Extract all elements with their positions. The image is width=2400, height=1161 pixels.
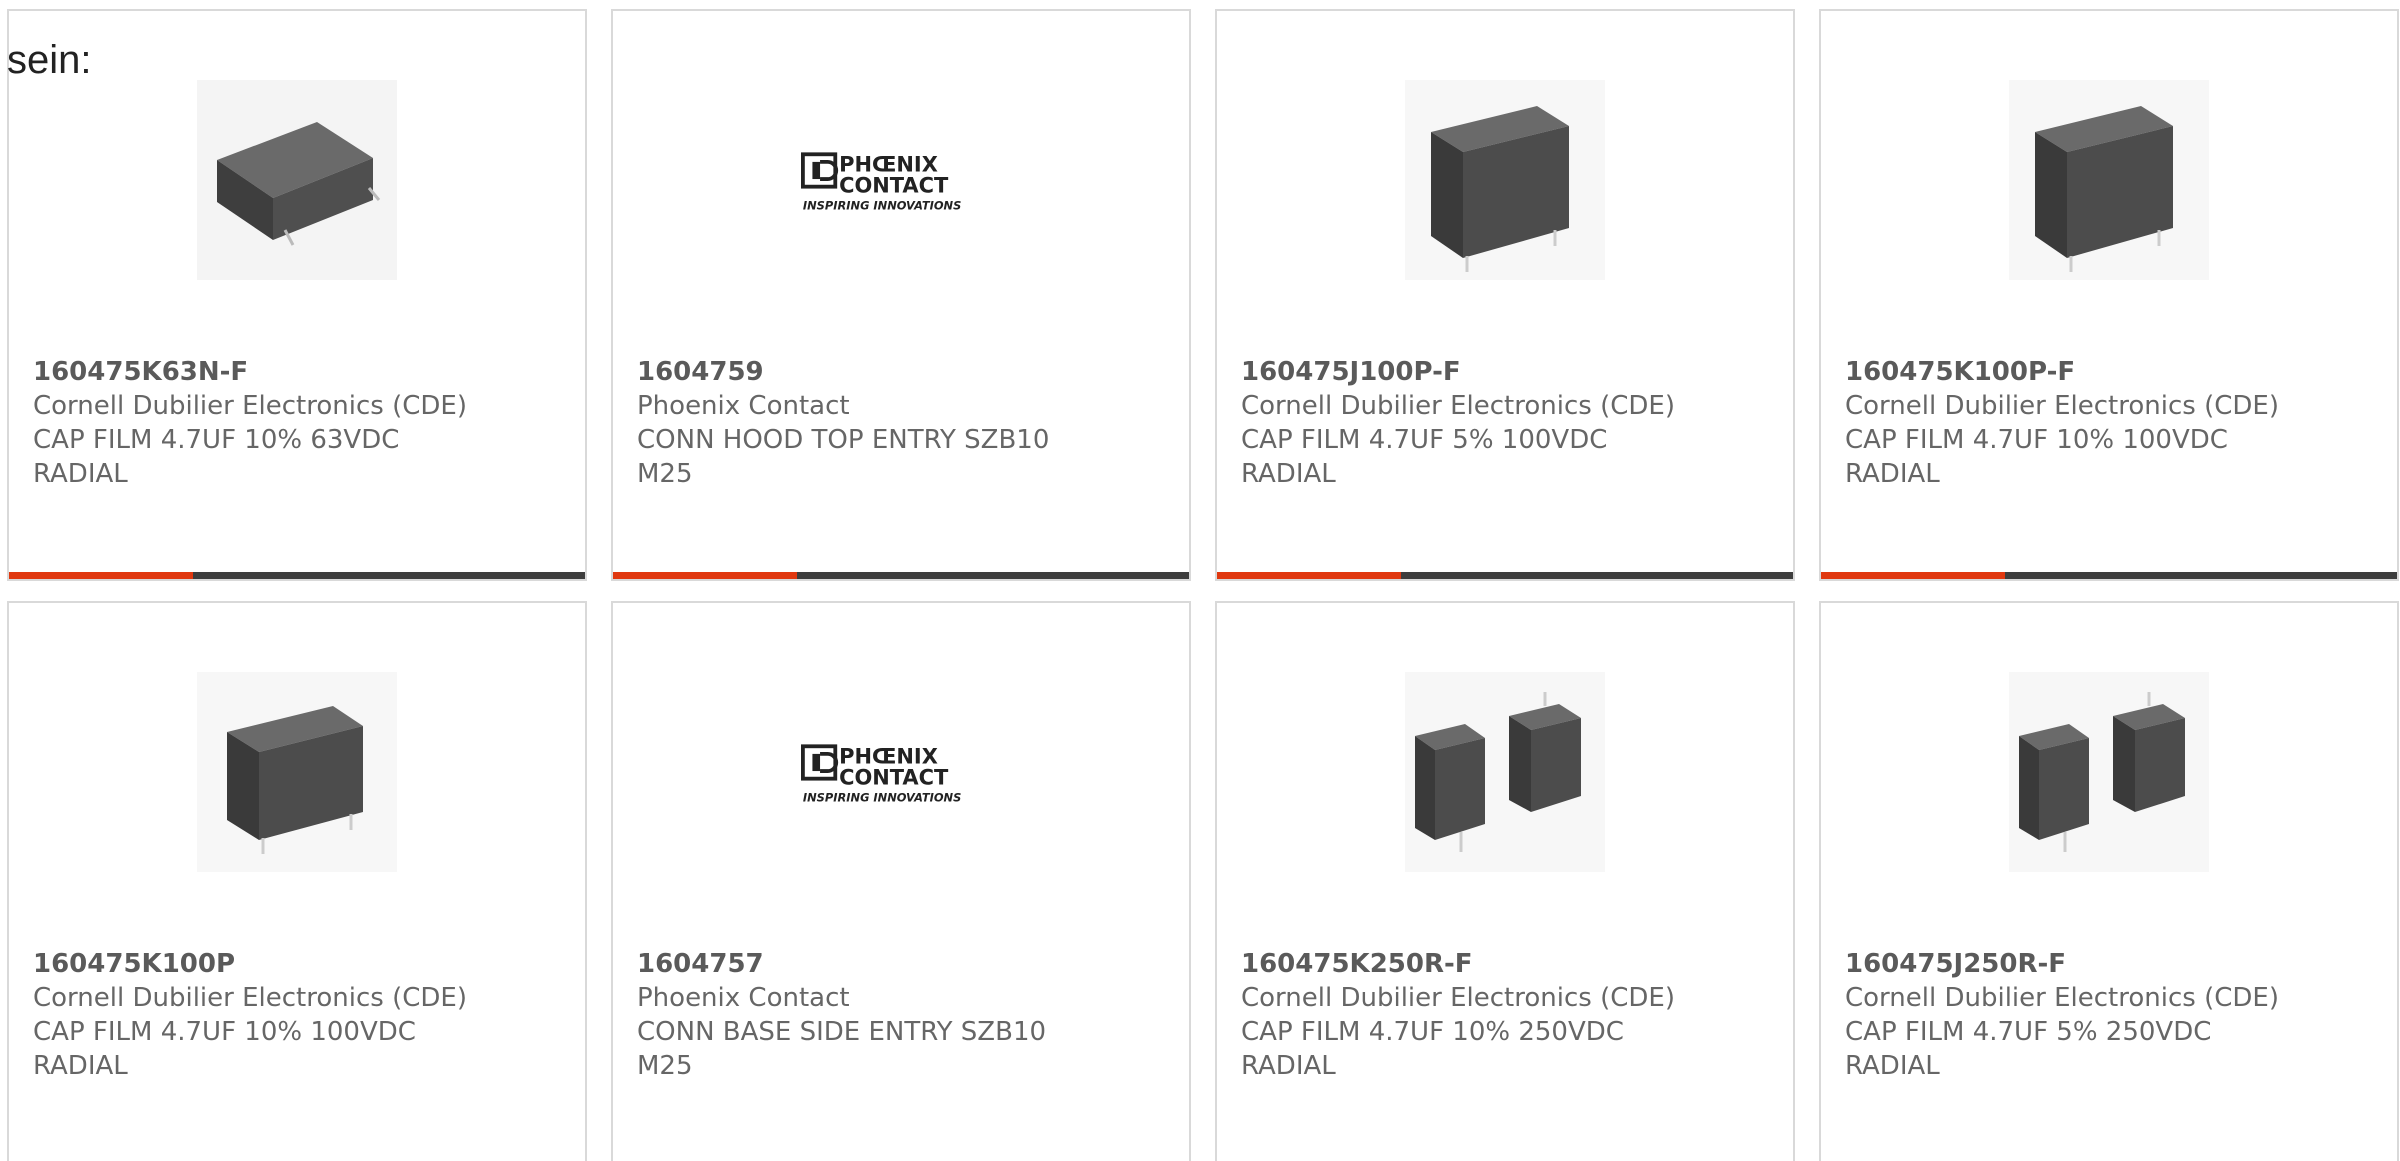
product-description: CAP FILM 4.7UF 10% 250VDC RADIAL [1241, 1017, 1624, 1081]
product-card[interactable]: 160475K100P Cornell Dubilier Electronics… [7, 601, 587, 1161]
product-card[interactable]: 160475J100P-F Cornell Dubilier Electroni… [1215, 9, 1795, 581]
product-description: CONN HOOD TOP ENTRY SZB10 M25 [637, 425, 1050, 489]
part-number-link[interactable]: 160475K100P-F [1845, 355, 2373, 389]
manufacturer-name: Cornell Dubilier Electronics (CDE) [33, 391, 467, 421]
card-footer-bar [613, 572, 1189, 579]
product-card[interactable]: PHŒNIX CONTACT INSPIRING INNOVATIONS 160… [611, 9, 1191, 581]
product-card[interactable]: 160475J250R-F Cornell Dubilier Electroni… [1819, 601, 2399, 1161]
product-description: CAP FILM 4.7UF 10% 63VDC RADIAL [33, 425, 400, 489]
logo-line2: CONTACT [839, 173, 949, 197]
manufacturer-name: Cornell Dubilier Electronics (CDE) [1241, 983, 1675, 1013]
phoenix-contact-logo[interactable]: PHŒNIX CONTACT INSPIRING INNOVATIONS [801, 672, 1001, 872]
upright-box-capacitor-image[interactable] [2009, 80, 2209, 280]
product-card[interactable]: 160475K100P-F Cornell Dubilier Electroni… [1819, 9, 2399, 581]
accent-bar [613, 572, 798, 579]
product-description: CAP FILM 4.7UF 5% 250VDC RADIAL [1845, 1017, 2212, 1081]
logo-tagline: INSPIRING INNOVATIONS [803, 791, 961, 805]
upright-box-capacitor-image[interactable] [1405, 80, 1605, 280]
product-description: CAP FILM 4.7UF 5% 100VDC RADIAL [1241, 425, 1608, 489]
card-footer-bar [9, 572, 585, 579]
manufacturer-name: Phoenix Contact [637, 391, 850, 421]
twin-box-capacitor-image[interactable] [2009, 672, 2209, 872]
upright-box-capacitor-image[interactable] [197, 672, 397, 872]
part-number-link[interactable]: 160475K63N-F [33, 355, 561, 389]
manufacturer-name: Phoenix Contact [637, 983, 850, 1013]
accent-bar [1821, 572, 2006, 579]
product-description: CONN BASE SIDE ENTRY SZB10 M25 [637, 1017, 1047, 1081]
phoenix-contact-logo[interactable]: PHŒNIX CONTACT INSPIRING INNOVATIONS [801, 80, 1001, 280]
flat-box-capacitor-image[interactable] [197, 80, 397, 280]
product-card[interactable]: 160475K63N-F Cornell Dubilier Electronic… [7, 9, 587, 581]
part-number-link[interactable]: 160475J250R-F [1845, 947, 2373, 981]
part-number-link[interactable]: 160475J100P-F [1241, 355, 1769, 389]
manufacturer-name: Cornell Dubilier Electronics (CDE) [1845, 391, 2279, 421]
product-description: CAP FILM 4.7UF 10% 100VDC RADIAL [33, 1017, 416, 1081]
part-number-link[interactable]: 1604757 [637, 947, 1165, 981]
part-number-link[interactable]: 160475K100P [33, 947, 561, 981]
accent-bar [9, 572, 194, 579]
product-card[interactable]: 160475K250R-F Cornell Dubilier Electroni… [1215, 601, 1795, 1161]
part-number-link[interactable]: 160475K250R-F [1241, 947, 1769, 981]
card-footer-bar [1217, 572, 1793, 579]
part-number-link[interactable]: 1604759 [637, 355, 1165, 389]
intro-text: sein: [7, 38, 92, 82]
card-footer-bar [1821, 572, 2397, 579]
manufacturer-name: Cornell Dubilier Electronics (CDE) [1845, 983, 2279, 1013]
product-description: CAP FILM 4.7UF 10% 100VDC RADIAL [1845, 425, 2228, 489]
manufacturer-name: Cornell Dubilier Electronics (CDE) [33, 983, 467, 1013]
logo-tagline: INSPIRING INNOVATIONS [803, 199, 961, 213]
product-card[interactable]: PHŒNIX CONTACT INSPIRING INNOVATIONS 160… [611, 601, 1191, 1161]
manufacturer-name: Cornell Dubilier Electronics (CDE) [1241, 391, 1675, 421]
logo-line2: CONTACT [839, 765, 949, 789]
accent-bar [1217, 572, 1402, 579]
product-grid: 160475K63N-F Cornell Dubilier Electronic… [7, 9, 2400, 1161]
twin-box-capacitor-image[interactable] [1405, 672, 1605, 872]
